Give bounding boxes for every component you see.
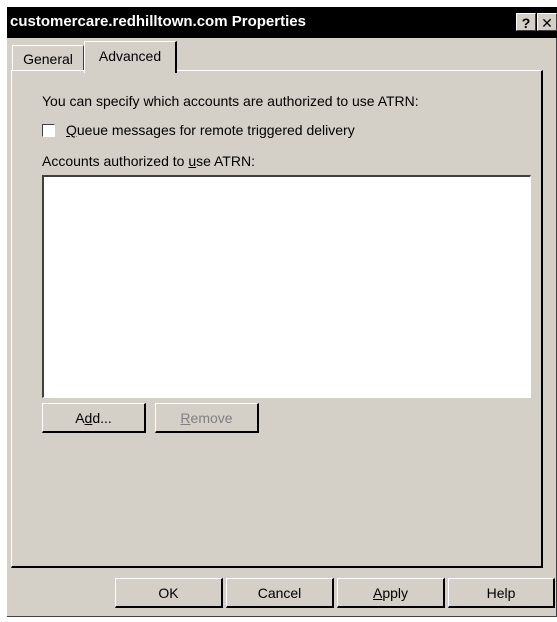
title-bar[interactable]: customercare.redhilltown.com Properties … — [7, 7, 557, 38]
advanced-tab-panel — [11, 70, 543, 568]
tab-advanced[interactable]: Advanced — [84, 41, 177, 73]
ok-button[interactable]: OK — [115, 578, 223, 608]
close-icon[interactable]: ✕ — [537, 13, 557, 31]
help-icon[interactable]: ? — [516, 13, 536, 31]
help-button[interactable]: Help — [448, 578, 555, 608]
cancel-button[interactable]: Cancel — [226, 578, 334, 608]
apply-button[interactable]: Apply — [337, 578, 445, 608]
window-title: customercare.redhilltown.com Properties — [10, 13, 306, 30]
tab-general[interactable]: General — [12, 45, 84, 71]
